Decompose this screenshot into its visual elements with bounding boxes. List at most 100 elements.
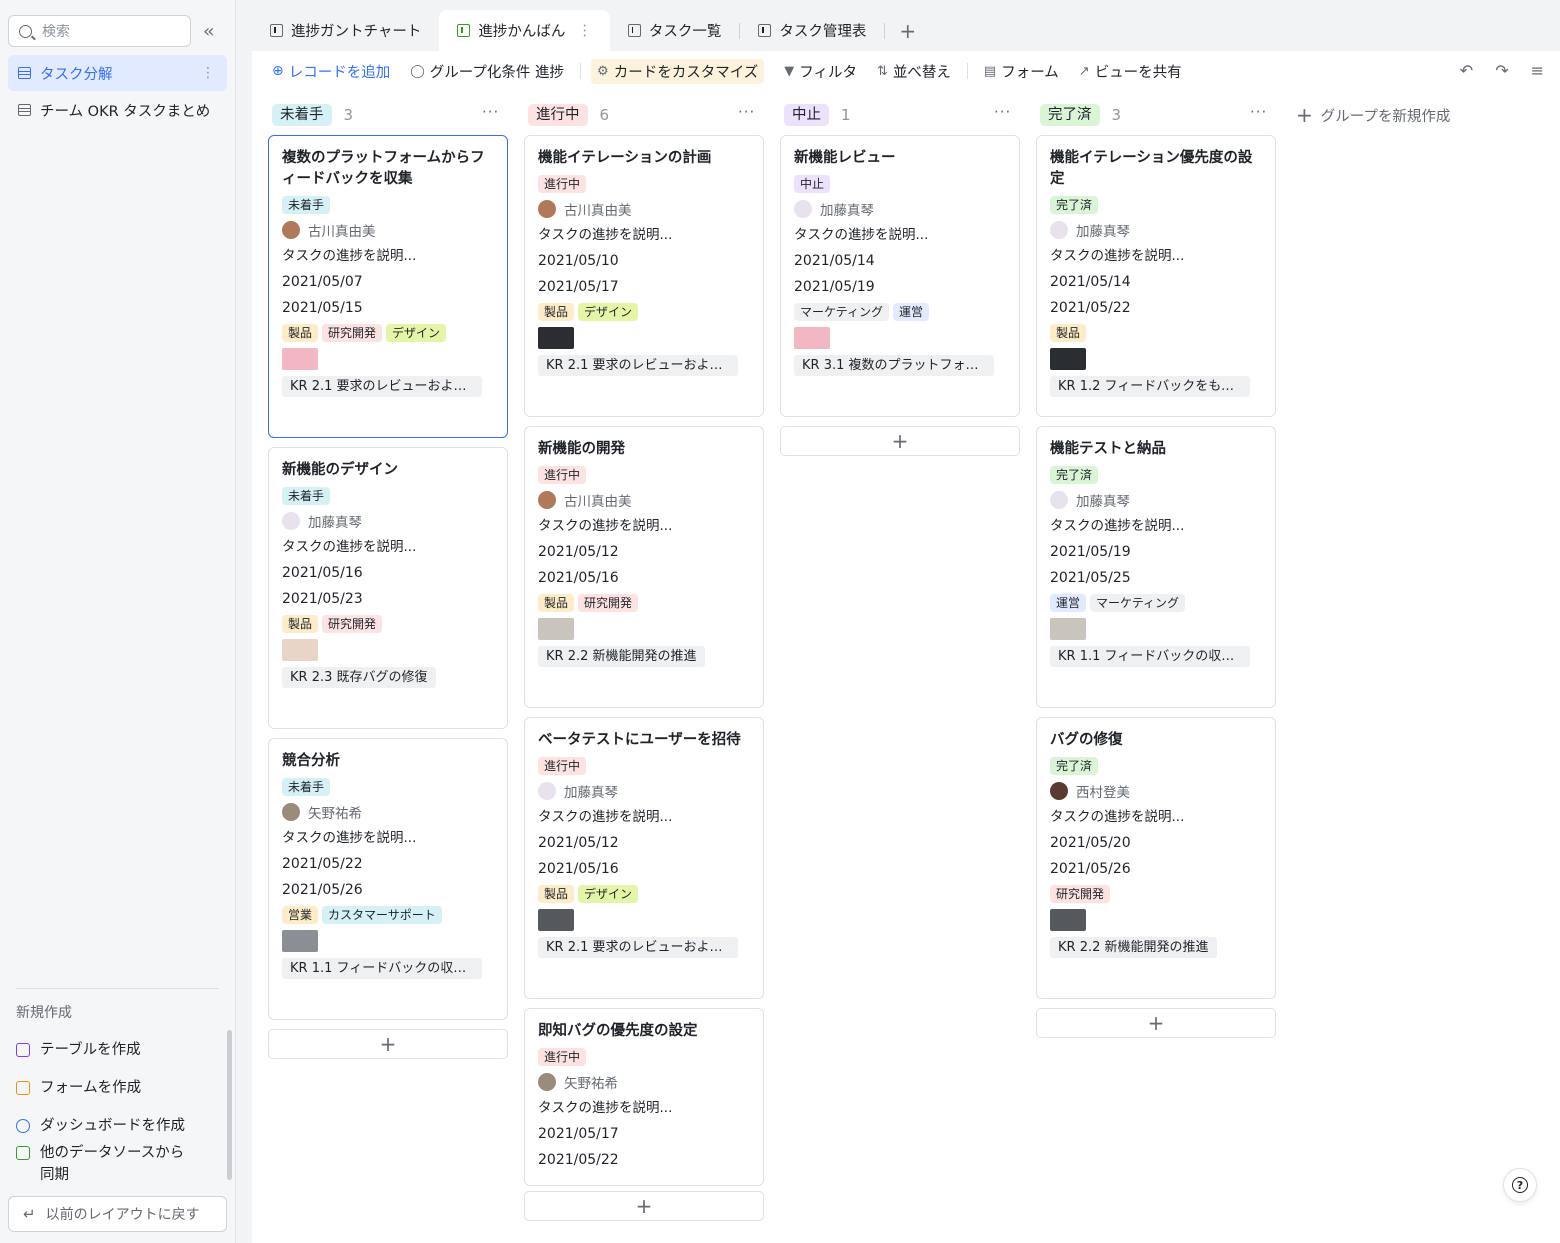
kanban-card[interactable]: バグの修復 完了済 西村登美 タスクの進捗を説明... 2021/05/20 2021/0… xyxy=(1036,717,1276,999)
search-view-icon[interactable]: ≡ xyxy=(1531,61,1544,80)
kanban-card[interactable]: 機能イテレーションの計画 進行中 古川真由美 タスクの進捗を説明... 2021/05/… xyxy=(524,135,764,417)
card-title: ベータテストにユーザーを招待 xyxy=(538,732,741,748)
status-tag: 未着手 xyxy=(282,196,331,214)
group-more-icon[interactable]: ··· xyxy=(1250,103,1267,121)
more-icon[interactable]: ⋮ xyxy=(201,65,215,81)
kanban-card[interactable]: 競合分析 未着手 矢野祐希 タスクの進捗を説明... 2021/05/22 2021/05… xyxy=(268,738,508,1020)
status-tag: 進行中 xyxy=(538,175,587,193)
sort-button[interactable]: ⇅ 並べ替え xyxy=(877,61,951,82)
kanban-card[interactable]: 即知バグの優先度の設定 進行中 矢野祐希 タスクの進捗を説明... 2021/05/17… xyxy=(524,1008,764,1186)
kanban-card[interactable]: 新機能レビュー 中止 加藤真琴 タスクの進捗を説明... 2021/05/14 2021/… xyxy=(780,135,1020,417)
card-kr-row: KR 1.1 フィードバックの収集お... xyxy=(1050,646,1262,671)
redo-icon[interactable]: ↷ xyxy=(1495,61,1508,80)
share-view-button[interactable]: ↗ ビューを共有 xyxy=(1079,61,1182,82)
attachment-thumbnail[interactable] xyxy=(1050,348,1086,370)
linked-kr: KR 2.2 新機能開発の推進 xyxy=(1050,937,1217,958)
customize-card-button[interactable]: ⚙ カードをカスタマイズ xyxy=(591,58,765,84)
card-title: 新機能レビュー xyxy=(794,150,896,166)
card-attachment xyxy=(1050,348,1262,370)
card-attachment xyxy=(282,930,494,952)
kanban-card[interactable]: 機能イテレーション優先度の設定 完了済 加藤真琴 タスクの進捗を説明... 2021/0… xyxy=(1036,135,1276,417)
attachment-thumbnail[interactable] xyxy=(1050,618,1086,640)
add-view-button[interactable]: + xyxy=(885,10,930,51)
card-title: 新機能のデザイン xyxy=(282,462,398,478)
tool-label: カードをカスタマイズ xyxy=(613,64,759,81)
group-status-tag: 中止 xyxy=(784,104,829,126)
start-date: 2021/05/19 xyxy=(1050,544,1131,560)
help-button[interactable]: ? xyxy=(1503,1168,1537,1202)
kanban-card[interactable]: 機能テストと納品 完了済 加藤真琴 タスクの進捗を説明... 2021/05/19 202… xyxy=(1036,426,1276,708)
attachment-thumbnail[interactable] xyxy=(1050,909,1086,931)
end-date: 2021/05/15 xyxy=(282,300,363,316)
group-more-icon[interactable]: ··· xyxy=(994,103,1011,121)
plus-icon: + xyxy=(1296,103,1313,127)
card-tags: 製品 xyxy=(1050,324,1262,342)
create-table-button[interactable]: テーブルを作成 xyxy=(16,1039,216,1061)
attachment-thumbnail[interactable] xyxy=(282,639,318,661)
sync-datasource-button[interactable]: 他のデータソースから同期 xyxy=(16,1142,196,1186)
create-form-button[interactable]: フォームを作成 xyxy=(16,1077,216,1099)
attachment-thumbnail[interactable] xyxy=(538,618,574,640)
share-icon: ↗ xyxy=(1078,63,1090,79)
group-count: 3 xyxy=(1111,106,1122,124)
tag-chip: マーケティング xyxy=(1090,594,1186,612)
back-to-previous-layout-button[interactable]: ↵ 以前のレイアウトに戻す xyxy=(8,1196,227,1232)
add-card-button[interactable]: + xyxy=(1036,1008,1276,1038)
tab-label: タスク管理表 xyxy=(779,24,867,40)
tag-chip: デザイン xyxy=(578,303,639,321)
collapse-sidebar-icon[interactable]: ‹‹ xyxy=(203,21,215,42)
form-button[interactable]: ▤ フォーム xyxy=(984,61,1059,82)
create-dashboard-button[interactable]: ダッシュボードを作成 xyxy=(16,1115,216,1137)
group-header: 完了済 3 xyxy=(1040,103,1121,127)
status-tag: 未着手 xyxy=(282,778,331,796)
end-date: 2021/05/23 xyxy=(282,591,363,607)
attachment-thumbnail[interactable] xyxy=(282,348,318,370)
status-tag: 進行中 xyxy=(538,1048,587,1066)
linked-kr: KR 2.2 新機能開発の推進 xyxy=(538,646,705,667)
card-status-row: 中止 xyxy=(794,175,1006,193)
add-card-button[interactable]: + xyxy=(524,1191,764,1221)
card-kr-row: KR 2.2 新機能開発の推進 xyxy=(538,646,750,671)
sidebar-item-okr[interactable]: チーム OKR タスクまとめ xyxy=(8,92,227,128)
kanban-card[interactable]: 新機能の開発 進行中 古川真由美 タスクの進捗を説明... 2021/05/12 2021… xyxy=(524,426,764,708)
tab-kanban[interactable]: 進捗かんばん ⋮ xyxy=(439,10,610,51)
group-more-icon[interactable]: ··· xyxy=(482,103,499,121)
tab-task-table[interactable]: タスク管理表 xyxy=(740,10,884,51)
tag-chip: 研究開発 xyxy=(1050,885,1111,903)
attachment-thumbnail[interactable] xyxy=(538,909,574,931)
new-section-label: 新規作成 xyxy=(16,1005,72,1021)
attachment-thumbnail[interactable] xyxy=(282,930,318,952)
search-input[interactable]: 検索 xyxy=(8,15,191,47)
kanban-card[interactable]: ベータテストにユーザーを招待 進行中 加藤真琴 タスクの進捗を説明... 2021/05… xyxy=(524,717,764,999)
sidebar: 検索 ‹‹ タスク分解 ⋮ チーム OKR タスクまとめ 新規作成 テーブルを作… xyxy=(0,0,236,1243)
sidebar-item-task-breakdown[interactable]: タスク分解 ⋮ xyxy=(8,55,227,91)
tab-gantt[interactable]: 進捗ガントチャート xyxy=(252,10,439,51)
card-attachment xyxy=(282,639,494,661)
filter-button[interactable]: ▼ フィルタ xyxy=(784,61,857,82)
attachment-thumbnail[interactable] xyxy=(538,327,574,349)
undo-icon[interactable]: ↶ xyxy=(1460,61,1473,80)
add-card-button[interactable]: + xyxy=(780,426,1020,456)
sidebar-scrollbar[interactable] xyxy=(227,1030,232,1180)
group-by-button[interactable]: ◯ グループ化条件 進捗 xyxy=(410,61,564,82)
attachment-thumbnail[interactable] xyxy=(794,327,830,349)
start-date: 2021/05/20 xyxy=(1050,835,1131,851)
new-group-button[interactable]: + グループを新規作成 xyxy=(1296,103,1450,127)
add-card-button[interactable]: + xyxy=(268,1029,508,1059)
tag-chip: デザイン xyxy=(578,885,639,903)
assignee-name: 加藤真琴 xyxy=(820,203,874,219)
tab-task-list[interactable]: タスク一覧 xyxy=(610,10,740,51)
kanban-card[interactable]: 新機能のデザイン 未着手 加藤真琴 タスクの進捗を説明... 2021/05/16 202… xyxy=(268,447,508,729)
group-more-icon[interactable]: ··· xyxy=(738,103,755,121)
card-description: タスクの進捗を説明... xyxy=(794,227,929,243)
group-icon: ◯ xyxy=(410,63,425,79)
card-title: 即知バグの優先度の設定 xyxy=(538,1023,698,1039)
tab-more-icon[interactable]: ⋮ xyxy=(577,23,592,39)
kanban-card[interactable]: 複数のプラットフォームからフィードバックを収集 未着手 古川真由美 タスクの進捗を説明… xyxy=(268,135,508,438)
avatar xyxy=(1050,782,1068,800)
linked-kr: KR 3.1 複数のプラットフォーム... xyxy=(794,355,994,376)
toolbar-divider xyxy=(580,63,582,79)
add-record-button[interactable]: ⊕ レコードを追加 xyxy=(272,61,390,82)
card-title: 機能イテレーション優先度の設定 xyxy=(1050,150,1253,187)
group-count: 6 xyxy=(599,106,610,124)
